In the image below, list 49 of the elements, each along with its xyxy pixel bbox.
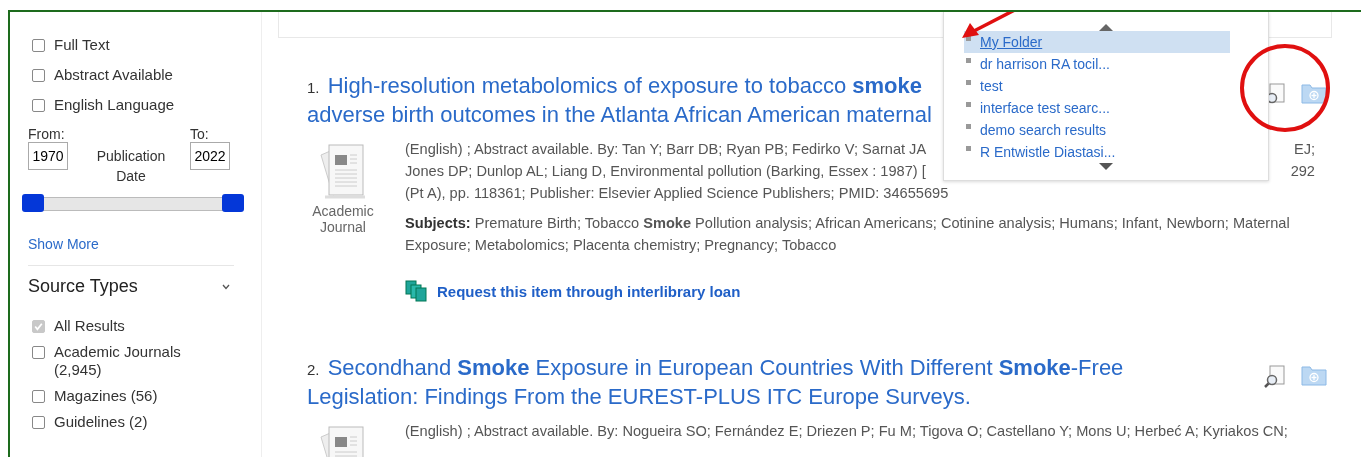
checkbox[interactable]: [32, 99, 45, 112]
to-label: To:: [190, 126, 210, 142]
checkbox-label: Full Text: [54, 36, 110, 54]
chevron-icon[interactable]: [222, 283, 230, 290]
result-title-link[interactable]: adverse birth outcomes in the Atlanta African American maternal: [307, 102, 932, 127]
result-title-link[interactable]: High-resolution metabolomics of exposure to tobacco smoke: [327, 73, 922, 98]
slider-thumb[interactable]: [22, 194, 44, 212]
checkbox-label: English Language: [54, 96, 175, 114]
checkbox[interactable]: [32, 416, 45, 429]
to-year-field[interactable]: 2022: [190, 142, 230, 170]
citation-text: Jones DP; Dunlop AL; Liang D, Environmental pollution (Barking, Essex : 1987) [: [405, 162, 926, 181]
checkbox-label: Abstract Available: [54, 66, 173, 84]
add-to-folder-icon[interactable]: [1301, 82, 1327, 104]
from-label: From:: [28, 126, 66, 142]
checkbox-label: Academic Journals (2,945): [54, 343, 182, 379]
citation-text: 292: [1290, 162, 1315, 181]
folder-menu-item[interactable]: demo search results: [964, 119, 1230, 141]
checkbox-label: Magazines (56): [54, 387, 158, 405]
result-number: 2.: [307, 361, 320, 378]
folder-menu-item[interactable]: My Folder: [964, 31, 1230, 53]
result-title-link[interactable]: Secondhand Smoke Exposure in European Countries With Different Smoke-Free: [327, 355, 1124, 380]
subjects-text: Subjects: Premature Birth; Tobacco Smoke Pollution analysis; African Americans; Cotinine analysis; Humans; Infant, Newborn; Maternal Exposure; Metabolomics; Placenta chemistry; Pregnancy; Tobacco: [405, 214, 1291, 255]
checkbox[interactable]: [32, 69, 45, 82]
slider-thumb[interactable]: [222, 194, 244, 212]
folder-menu-item[interactable]: R Entwistle Diastasi...: [964, 141, 1230, 163]
show-more-link[interactable]: Show More: [28, 236, 99, 252]
source-types-heading: Source Types: [28, 276, 138, 297]
folder-menu-item[interactable]: test: [964, 75, 1230, 97]
checkbox[interactable]: [32, 390, 45, 403]
citation-text: (English) ; Abstract available. By: Nogueira SO; Fernández E; Driezen P; Fu M; Tigova O; Castellano Y; Mons U; Herbeć A; Kyriakos CN;: [405, 422, 1288, 441]
checkbox-label: Guidelines (2): [54, 413, 148, 431]
interlibrary-loan-icon: [405, 280, 427, 302]
preview-icon[interactable]: [1263, 364, 1287, 388]
publication-type-label: Academic Journal: [311, 203, 375, 235]
citation-text: (Pt A), pp. 118361; Publisher: Elsevier Applied Science Publishers; PMID: 34655695: [405, 184, 949, 203]
interlibrary-loan-link[interactable]: Request this item through interlibrary loan: [437, 282, 741, 300]
scroll-down-icon[interactable]: [1099, 163, 1113, 170]
result-number: 1.: [307, 79, 320, 96]
folder-menu-item[interactable]: interface test searc...: [964, 97, 1230, 119]
publication-date-label: Publication Date: [95, 147, 167, 186]
checkbox-label: All Results: [54, 317, 125, 335]
citation-text: (English) ; Abstract available. By: Tan Y; Barr DB; Ryan PB; Fedirko V; Sarnat JA: [405, 140, 927, 159]
citation-text: EJ;: [1293, 140, 1315, 159]
checkbox[interactable]: [32, 346, 45, 359]
result-title-link[interactable]: Legislation: Findings From the EUREST-PLUS ITC Europe Surveys.: [307, 384, 971, 409]
checkbox[interactable]: [32, 39, 45, 52]
folder-menu-item[interactable]: dr harrison RA tocil...: [964, 53, 1230, 75]
date-range-slider[interactable]: [22, 194, 244, 212]
from-year-field[interactable]: 1970: [28, 142, 68, 170]
